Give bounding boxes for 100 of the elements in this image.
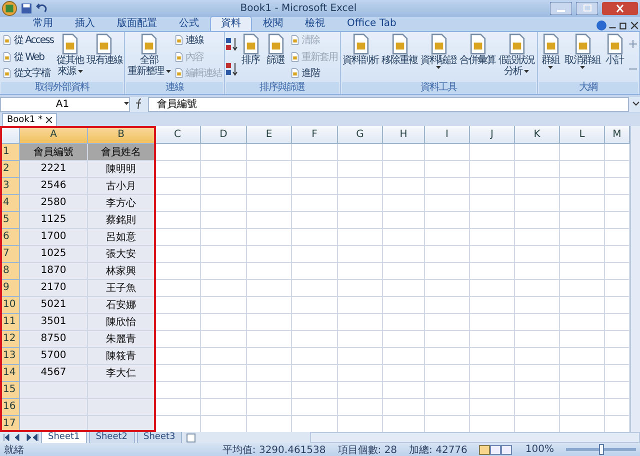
insert-sheet-icon[interactable]: [184, 432, 198, 442]
ribbon-button[interactable]: 假設狀況 分析: [498, 32, 536, 82]
ribbon-button[interactable]: 排序: [238, 32, 263, 82]
office-button-icon[interactable]: [2, 0, 17, 16]
table-cell: 1700: [20, 228, 88, 246]
table-cell: 2170: [20, 280, 88, 297]
ribbon-tab[interactable]: 版面配置: [106, 16, 168, 31]
column-header[interactable]: F: [292, 126, 338, 144]
close-icon[interactable]: [629, 20, 640, 31]
group-label: 連線: [126, 82, 223, 94]
formula-field[interactable]: 會員編號: [148, 96, 629, 112]
sheet-icon: [2, 35, 12, 46]
ribbon-button[interactable]: 全部 重新整理: [126, 32, 172, 82]
table-cell: 呂如意: [88, 228, 155, 246]
table-cell: 蔡銘則: [88, 212, 155, 229]
document-tab[interactable]: Book1 *: [2, 112, 56, 126]
ribbon-small-button[interactable]: 連線: [172, 33, 223, 48]
column-header[interactable]: I: [425, 126, 470, 144]
table-cell: 李方心: [88, 194, 155, 212]
sheet-tab[interactable]: Sheet2: [88, 432, 134, 444]
ribbon-button[interactable]: 取消群組: [564, 32, 602, 82]
table-cell: 8750: [20, 330, 88, 348]
minimize-icon[interactable]: [550, 2, 572, 15]
undo-icon[interactable]: [36, 2, 47, 14]
restore-icon[interactable]: [576, 2, 598, 15]
column-header[interactable]: D: [201, 126, 247, 144]
table-cell: 王子魚: [88, 280, 155, 297]
show-detail-icon[interactable]: [628, 39, 638, 50]
window-title: Book1 - Microsoft Excel: [239, 2, 358, 14]
ribbon-button[interactable]: 移除重複: [380, 32, 419, 82]
count-text: 項目個數: 28: [338, 444, 398, 456]
vertical-scrollbar[interactable]: [630, 126, 640, 432]
table-cell: 陳欣怡: [88, 314, 155, 331]
caret-icon: [436, 66, 442, 70]
zoom-text: 100%: [525, 444, 554, 455]
ribbon-small-button[interactable]: 從文字檔: [1, 66, 54, 80]
name-box[interactable]: A1: [0, 96, 130, 112]
table-cell: 4567: [20, 364, 88, 382]
average-text: 平均值: 3290.461538: [222, 444, 326, 456]
view-buttons-icon[interactable]: [479, 444, 514, 454]
sheet-tab[interactable]: Sheet1: [41, 432, 87, 444]
ribbon-tab[interactable]: 檢視: [294, 16, 336, 31]
table-cell: 古小月: [88, 178, 155, 195]
sheet-icon: [174, 35, 184, 46]
ribbon-tab[interactable]: 校閱: [252, 16, 294, 31]
sort-ascending-icon[interactable]: [226, 37, 238, 52]
ribbon-tab[interactable]: 資料: [210, 16, 252, 31]
column-heading-cell: 會員編號: [20, 144, 88, 161]
ribbon-tab[interactable]: 插入: [64, 16, 106, 31]
status-text: 就緒: [4, 444, 24, 456]
caret-icon: [166, 70, 171, 74]
save-icon[interactable]: [21, 2, 32, 14]
close-icon[interactable]: [46, 116, 52, 123]
ribbon-small-button[interactable]: 從 Web: [1, 50, 54, 64]
table-cell: 1025: [20, 246, 88, 263]
sheet-tab[interactable]: Sheet3: [136, 432, 182, 444]
column-header[interactable]: L: [560, 126, 605, 144]
table-cell: 張大安: [88, 246, 155, 263]
column-header[interactable]: E: [247, 126, 292, 144]
caret-icon: [124, 102, 129, 106]
ribbon-tab[interactable]: Office Tab: [336, 16, 408, 31]
table-cell: 林家興: [88, 262, 155, 280]
ribbon-button[interactable]: 篩選: [264, 32, 288, 82]
table-cell: 石安娜: [88, 296, 155, 314]
ribbon-button[interactable]: 資料驗證: [420, 32, 458, 82]
table-cell: 3501: [20, 314, 88, 331]
table-cell: 5021: [20, 296, 88, 314]
sum-text: 加總: 42776: [409, 444, 468, 456]
sheet-icon: [290, 35, 300, 46]
column-header[interactable]: M: [605, 126, 630, 144]
table-cell: 1870: [20, 262, 88, 280]
column-header[interactable]: G: [338, 126, 383, 144]
column-header[interactable]: H: [383, 126, 425, 144]
column-header[interactable]: C: [155, 126, 201, 144]
horizontal-scrollbar[interactable]: [310, 432, 640, 443]
ribbon-tab[interactable]: 常用: [22, 16, 64, 31]
ribbon-small-button[interactable]: 從 Access: [1, 33, 54, 48]
sheet-icon: [2, 52, 12, 62]
group-label: 大綱: [538, 82, 638, 94]
sort-descending-icon[interactable]: [226, 62, 238, 76]
ribbon-button[interactable]: 資料剖析: [342, 32, 380, 82]
sheet-icon: [174, 52, 184, 62]
group-label: 資料工具: [342, 82, 536, 94]
sheet-navigation-icon[interactable]: [3, 434, 39, 441]
column-header[interactable]: J: [470, 126, 515, 144]
ribbon-small-button[interactable]: 進階: [288, 66, 339, 80]
ribbon-button[interactable]: 小計: [602, 32, 627, 82]
zoom-slider-thumb[interactable]: [599, 444, 604, 455]
group-label: 取得外部資料: [1, 82, 124, 94]
ribbon-tab[interactable]: 公式: [168, 16, 210, 31]
ribbon-button[interactable]: 合併彙算: [458, 32, 497, 82]
ribbon-button[interactable]: 群組: [538, 32, 563, 82]
sheet-icon: [174, 68, 184, 78]
column-header[interactable]: K: [515, 126, 560, 144]
table-cell: 陳明明: [88, 160, 155, 178]
ribbon-button[interactable]: 從其他 來源: [55, 32, 84, 82]
sheet-icon: [2, 68, 12, 78]
table-cell: 5700: [20, 348, 88, 365]
caret-icon: [524, 70, 530, 74]
ribbon-button[interactable]: 現有連線: [85, 32, 124, 82]
